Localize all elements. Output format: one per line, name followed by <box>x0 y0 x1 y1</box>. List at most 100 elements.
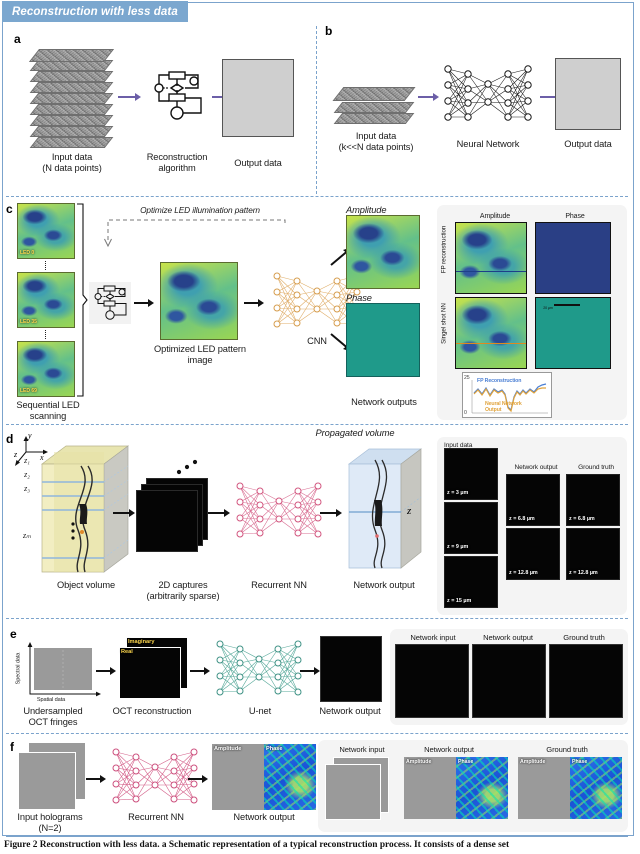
panel-e-yaxis-label: Spectral data <box>15 652 22 685</box>
panel-c-results-row-nn: Singel shot NN <box>440 303 448 344</box>
panel-f-output-amplitude <box>212 744 264 810</box>
panel-c-optimized-label: Optimized LED pattern image <box>154 344 246 365</box>
panel-c-phase-image <box>346 303 420 377</box>
panel-f-results-header-output: Network output <box>424 745 474 754</box>
panel-c-results-col-amplitude: Amplitude <box>479 213 511 220</box>
panel-f-result-truth-phase-tag: Phase <box>572 759 588 765</box>
panel-e-results-header-truth: Ground truth <box>563 633 605 642</box>
panel-f-input-hologram-1 <box>18 752 76 810</box>
panel-d-input-z1-caption: z = 3 µm <box>447 490 469 496</box>
svg-text:z: z <box>406 505 412 517</box>
panel-f-network-label: Recurrent NN <box>128 812 184 822</box>
panel-c-brace <box>77 203 88 397</box>
panel-e-result-output <box>472 644 546 718</box>
figure-caption: Figure 2 Reconstruction with less data. … <box>4 840 510 850</box>
panel-e-unet-icon <box>216 640 302 696</box>
panel-a-output-label: Output data <box>234 158 282 168</box>
panel-e-result-truth <box>549 644 623 718</box>
panel-d-object-volume <box>40 445 130 573</box>
panel-d-network-label: Recurrent NN <box>251 580 307 590</box>
panel-c-result-fp-phase <box>535 222 611 294</box>
panel-d-input-z3-caption: z = 15 µm <box>447 598 472 604</box>
panel-c-optimize-label: Optimize LED illumination pattern <box>140 205 260 215</box>
panel-c-scalebar-label: 20 µm <box>543 306 553 310</box>
panel-f-result-truth-amplitude <box>518 757 570 819</box>
divider-bottom <box>6 836 628 837</box>
panel-a-algorithm-icon <box>154 71 202 120</box>
panel-c-ellipsis-1 <box>45 261 46 270</box>
panel-d-results-truth-header: Ground truth <box>578 464 614 471</box>
panel-e-recon-real-tag: Real <box>121 649 133 655</box>
panel-f-results-header-truth: Ground truth <box>546 745 588 754</box>
panel-c-algorithm-icon <box>89 282 131 324</box>
svg-text:y: y <box>27 431 32 440</box>
panel-e-recon-label: OCT reconstruction <box>112 706 192 716</box>
panel-c-led-tile-2-caption: LED 69 <box>20 388 37 394</box>
panel-e-network-label: U-net <box>248 706 272 716</box>
panel-c-result-nn-amplitude <box>455 297 527 369</box>
panel-e-results-header-output: Network output <box>483 633 533 642</box>
panel-d-propagated-volume: z <box>347 448 423 569</box>
panel-c-led-tile-1-caption: LED 35 <box>20 319 37 325</box>
panel-d-input-z2-caption: z = 9 µm <box>447 544 469 550</box>
panel-d-z1-label: z₁ <box>24 456 30 465</box>
divider-ab-c <box>6 196 628 197</box>
panel-f-input-label: Input holograms (N=2) <box>17 812 83 833</box>
panel-f-result-output-amplitude <box>404 757 456 819</box>
panel-f-output-amplitude-tag: Amplitude <box>214 746 242 752</box>
panel-c-result-fp-amplitude <box>455 222 527 294</box>
panel-d-z3-label: z₃ <box>24 484 30 493</box>
panel-f-result-output-phase <box>456 757 508 819</box>
panel-d-truth-z2-caption: z = 12.8 µm <box>569 570 598 576</box>
divider-d-e <box>6 618 628 619</box>
panel-b-output-label: Output data <box>564 139 612 149</box>
panel-c-letter: c <box>6 202 13 216</box>
panel-d-output-label: Network output <box>353 580 415 590</box>
panel-e-output-image <box>320 636 382 702</box>
panel-c-inset-plot: 25 0 FP Reconstruction Neural Network Ou… <box>462 372 552 418</box>
panel-d-ellipsis-icon <box>176 459 198 475</box>
panel-c-ellipsis-2 <box>45 330 46 339</box>
panel-c-results-row-fp: FP reconstruction <box>440 225 448 274</box>
figure-banner-title: Reconstruction with less data <box>2 1 188 22</box>
panel-e-input-label: Undersampled OCT fringes <box>23 706 83 727</box>
panel-d-volume-label: Object volume <box>56 580 116 590</box>
panel-f-recurrent-nn-icon <box>112 748 198 804</box>
panel-f-result-output-phase-tag: Phase <box>458 759 474 765</box>
panel-f-letter: f <box>10 740 14 754</box>
panel-d-truth-z1-caption: z = 6.8 µm <box>569 516 595 522</box>
panel-b-letter: b <box>325 24 333 38</box>
panel-d-capture-1 <box>136 490 198 552</box>
panel-d-z2-label: z₂ <box>24 470 30 479</box>
panel-d-letter: d <box>6 432 14 446</box>
panel-a-input-label: Input data (N data points) <box>42 152 102 173</box>
panel-f-result-truth-amplitude-tag: Amplitude <box>520 759 546 765</box>
panel-b-input-label: Input data (k<<N data points) <box>338 131 414 152</box>
panel-e-xaxis-label: Spatial data <box>36 697 66 703</box>
panel-c-stack-label: Sequential LED scanning <box>16 400 80 421</box>
panel-d-results-output-header: Network output <box>514 464 558 471</box>
panel-d-output-z2-caption: z = 12.8 µm <box>509 570 538 576</box>
panel-c-results-col-phase: Phase <box>565 213 585 220</box>
panel-a-output-image <box>222 59 294 137</box>
panel-d-captures-label: 2D captures (arbitrarily sparse) <box>146 580 220 601</box>
panel-a-letter: a <box>14 32 21 46</box>
panel-f-results-header-input: Network input <box>339 745 385 754</box>
panel-f-result-output-amplitude-tag: Amplitude <box>406 759 432 765</box>
panel-c-amplitude-image <box>346 215 420 289</box>
panel-e-results-header-input: Network input <box>410 633 456 642</box>
panel-e-result-input <box>395 644 469 718</box>
panel-b-network-label: Neural Network <box>456 139 520 149</box>
figure-root: Reconstruction with less data a Input da… <box>0 0 640 854</box>
panel-d-recurrent-nn-icon <box>236 482 322 538</box>
panel-f-output-phase <box>264 744 316 810</box>
panel-c-inset-series-1: FP Reconstruction <box>477 378 522 384</box>
divider-e-f <box>6 733 628 734</box>
divider-c-d <box>6 424 628 425</box>
panel-f-result-truth-phase <box>570 757 622 819</box>
panel-c-inset-series-2: Neural Network Output <box>485 401 522 413</box>
panel-e-output-label: Network output <box>319 706 381 716</box>
panel-d-zm-label: zₘ <box>23 531 31 540</box>
divider-a-b <box>316 26 317 194</box>
panel-f-result-input-front <box>325 764 381 820</box>
